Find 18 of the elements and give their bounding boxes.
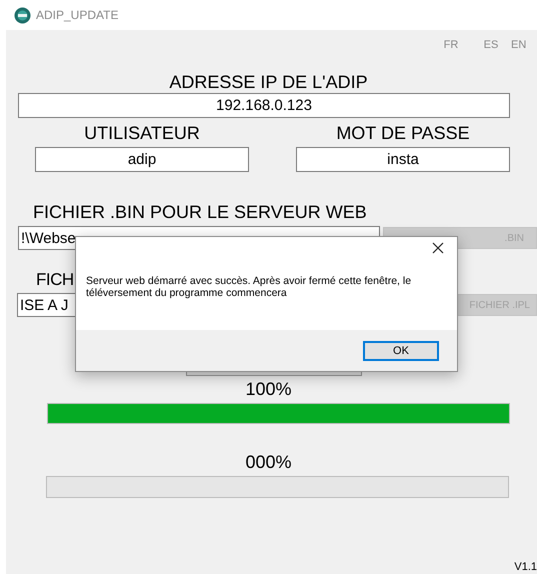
window-title: ADIP_UPDATE: [36, 8, 118, 22]
text-field[interactable]: adip: [35, 147, 249, 172]
language-button[interactable]: FR: [431, 39, 471, 51]
field-label: FICHIER .BIN POUR LE SERVEUR WEB: [33, 201, 367, 223]
ok-button[interactable]: OK: [363, 340, 439, 360]
ip-address-field[interactable]: 192.168.0.123: [18, 93, 510, 118]
text-field[interactable]: insta: [296, 147, 510, 172]
language-button[interactable]: EN: [511, 39, 537, 51]
field-label: MOT DE PASSE: [336, 122, 470, 144]
close-button[interactable]: [431, 241, 445, 255]
version-label: V1.1: [514, 560, 537, 574]
progress-reading: 100%: [245, 378, 292, 400]
field-label: UTILISATEUR: [84, 122, 200, 144]
app-icon: [14, 6, 31, 24]
field-label: FICH: [36, 269, 74, 291]
progress-reading: 000%: [245, 451, 292, 473]
language-button[interactable]: ES: [471, 39, 511, 51]
field-label: ADRESSE IP DE L'ADIP: [169, 71, 368, 93]
